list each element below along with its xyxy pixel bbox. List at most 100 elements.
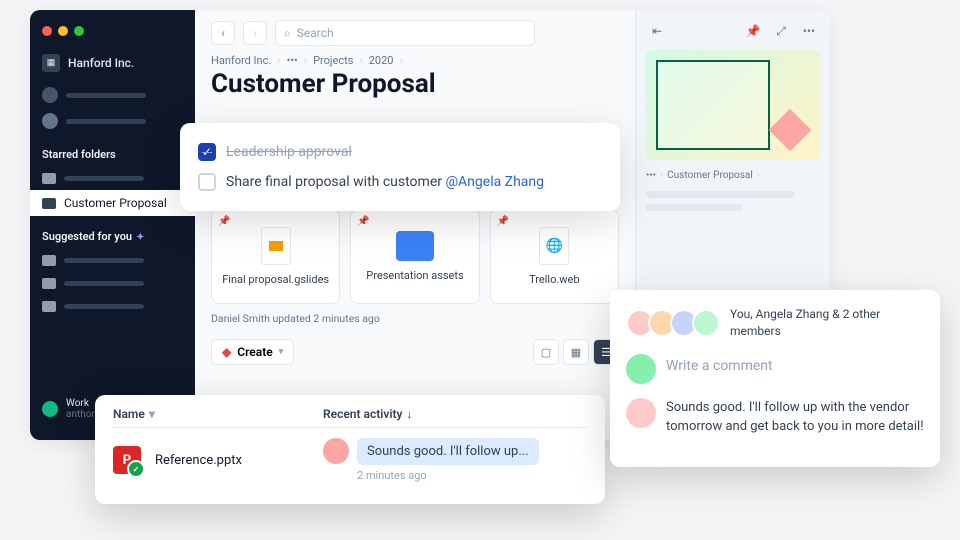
sidebar-folder-active[interactable]: Customer Proposal: [30, 190, 195, 216]
file-name: Trello.web: [529, 273, 579, 286]
view-switcher: ▢ ▦ ☰: [533, 339, 619, 365]
maximize-icon[interactable]: [74, 26, 84, 36]
page-title: Customer Proposal: [211, 69, 619, 99]
search-placeholder: Search: [297, 26, 334, 40]
col-name[interactable]: Name▾: [113, 407, 323, 421]
comment-row: Sounds good. I'll follow up with the ven…: [626, 398, 924, 437]
breadcrumb: Hanford Inc.› •••› Projects› 2020›: [211, 54, 619, 67]
sidebar-folder[interactable]: [30, 167, 195, 190]
checkbox[interactable]: [198, 173, 216, 191]
toolbar: ◆ Create ▾ ▢ ▦ ☰: [211, 339, 619, 365]
activity-msg: Sounds good. I'll follow up...: [357, 438, 539, 465]
user-icon: [42, 87, 58, 103]
avatar-stack[interactable]: [626, 309, 720, 337]
avatar: [42, 401, 58, 417]
create-icon: ◆: [222, 345, 231, 359]
folder-icon: [42, 278, 56, 289]
crumb[interactable]: Customer Proposal: [667, 170, 753, 181]
sidebar-folder[interactable]: [30, 295, 195, 318]
row-name: Reference.pptx: [155, 453, 242, 468]
list-row[interactable]: P Reference.pptx Sounds good. I'll follo…: [113, 427, 587, 492]
create-label: Create: [237, 345, 272, 359]
pin-icon: 📌: [357, 216, 369, 227]
activity-preview: Sounds good. I'll follow up... 2 minutes…: [323, 438, 539, 482]
file-card[interactable]: 📌 Final proposal.gslides: [211, 209, 340, 304]
starred-header: Starred folders: [30, 134, 195, 167]
window-controls: [30, 20, 195, 50]
folder-icon: [42, 198, 56, 209]
crumb[interactable]: 2020: [369, 54, 394, 67]
comments-panel: You, Angela Zhang & 2 other members Writ…: [610, 290, 940, 467]
crumb-more[interactable]: •••: [646, 170, 656, 181]
chevron-down-icon: ▾: [279, 347, 284, 357]
folder-icon: [42, 173, 56, 184]
checkbox-checked[interactable]: ✓: [198, 143, 216, 161]
crumb[interactable]: Hanford Inc.: [211, 54, 271, 67]
file-name: Presentation assets: [366, 269, 463, 282]
gslides-icon: [261, 227, 291, 265]
file-name: Final proposal.gslides: [222, 273, 329, 286]
topbar: ‹ › ⌕ Search: [211, 20, 619, 46]
sparkle-icon: ✦: [136, 232, 144, 243]
nav-forward-button[interactable]: ›: [243, 21, 267, 45]
web-icon: 🌐: [539, 227, 569, 265]
create-button[interactable]: ◆ Create ▾: [211, 339, 294, 365]
file-card[interactable]: 📌 🌐 Trello.web: [490, 209, 619, 304]
folder-label: Customer Proposal: [64, 196, 167, 210]
sidebar-item[interactable]: [30, 108, 195, 134]
col-activity[interactable]: Recent activity↓: [323, 407, 587, 421]
folder-icon: [42, 255, 56, 266]
close-icon[interactable]: [42, 26, 52, 36]
pin-icon[interactable]: 📌: [742, 20, 764, 42]
minimize-icon[interactable]: [58, 26, 68, 36]
comment-input[interactable]: Write a comment: [666, 354, 924, 384]
skeleton: [646, 204, 742, 211]
task-label: Leadership approval: [226, 144, 352, 160]
folder-icon: [396, 231, 434, 261]
arrow-down-icon: ↓: [406, 407, 412, 421]
view-card-button[interactable]: ▢: [533, 339, 559, 365]
file-grid: 📌 Final proposal.gslides 📌 Presentation …: [211, 209, 619, 304]
avatar: [323, 438, 349, 464]
list-card: Name▾ Recent activity↓ P Reference.pptx …: [95, 395, 605, 504]
sidebar-folder[interactable]: [30, 272, 195, 295]
chevron-down-icon: ▾: [149, 407, 155, 421]
expand-icon[interactable]: ⤢: [770, 20, 792, 42]
task-label: Share final proposal with customer @Ange…: [226, 174, 544, 190]
sidebar-folder[interactable]: [30, 249, 195, 272]
folder-icon: [42, 301, 56, 312]
workspace-selector[interactable]: ▦ Hanford Inc.: [30, 50, 195, 82]
view-grid-button[interactable]: ▦: [563, 339, 589, 365]
crumb[interactable]: Projects: [313, 54, 353, 67]
task-row[interactable]: Share final proposal with customer @Ange…: [198, 167, 602, 197]
pin-icon: 📌: [218, 216, 230, 227]
search-input[interactable]: ⌕ Search: [275, 20, 535, 46]
comment-input-row: Write a comment: [626, 354, 924, 384]
pptx-icon: P: [113, 446, 141, 474]
workspace-icon: ▦: [42, 54, 60, 72]
avatar: [692, 309, 720, 337]
tasks-popover: ✓ Leadership approval Share final propos…: [180, 123, 620, 211]
pin-icon: 📌: [497, 216, 509, 227]
search-icon: ⌕: [284, 26, 291, 41]
more-icon[interactable]: •••: [798, 20, 820, 42]
comment-text: Sounds good. I'll follow up with the ven…: [666, 398, 924, 437]
comments-header: You, Angela Zhang & 2 other members: [626, 306, 924, 340]
skeleton: [646, 191, 794, 198]
file-caption: Daniel Smith updated 2 minutes ago: [211, 312, 619, 325]
avatar: [626, 354, 656, 384]
crumb-more[interactable]: •••: [287, 54, 298, 67]
nav-back-button[interactable]: ‹: [211, 21, 235, 45]
file-card[interactable]: 📌 Presentation assets: [350, 209, 479, 304]
workspace-name: Hanford Inc.: [68, 56, 134, 70]
main-content: ‹ › ⌕ Search Hanford Inc.› •••› Projects…: [195, 10, 635, 440]
star-icon: [42, 113, 58, 129]
inspector-toolbar: ⇤ 📌 ⤢ •••: [646, 20, 820, 42]
members-text: You, Angela Zhang & 2 other members: [730, 306, 924, 340]
mention[interactable]: @Angela Zhang: [445, 174, 544, 190]
list-header: Name▾ Recent activity↓: [113, 407, 587, 427]
sidebar: ▦ Hanford Inc. Starred folders Customer …: [30, 10, 195, 440]
collapse-icon[interactable]: ⇤: [646, 20, 668, 42]
task-row[interactable]: ✓ Leadership approval: [198, 137, 602, 167]
sidebar-item[interactable]: [30, 82, 195, 108]
